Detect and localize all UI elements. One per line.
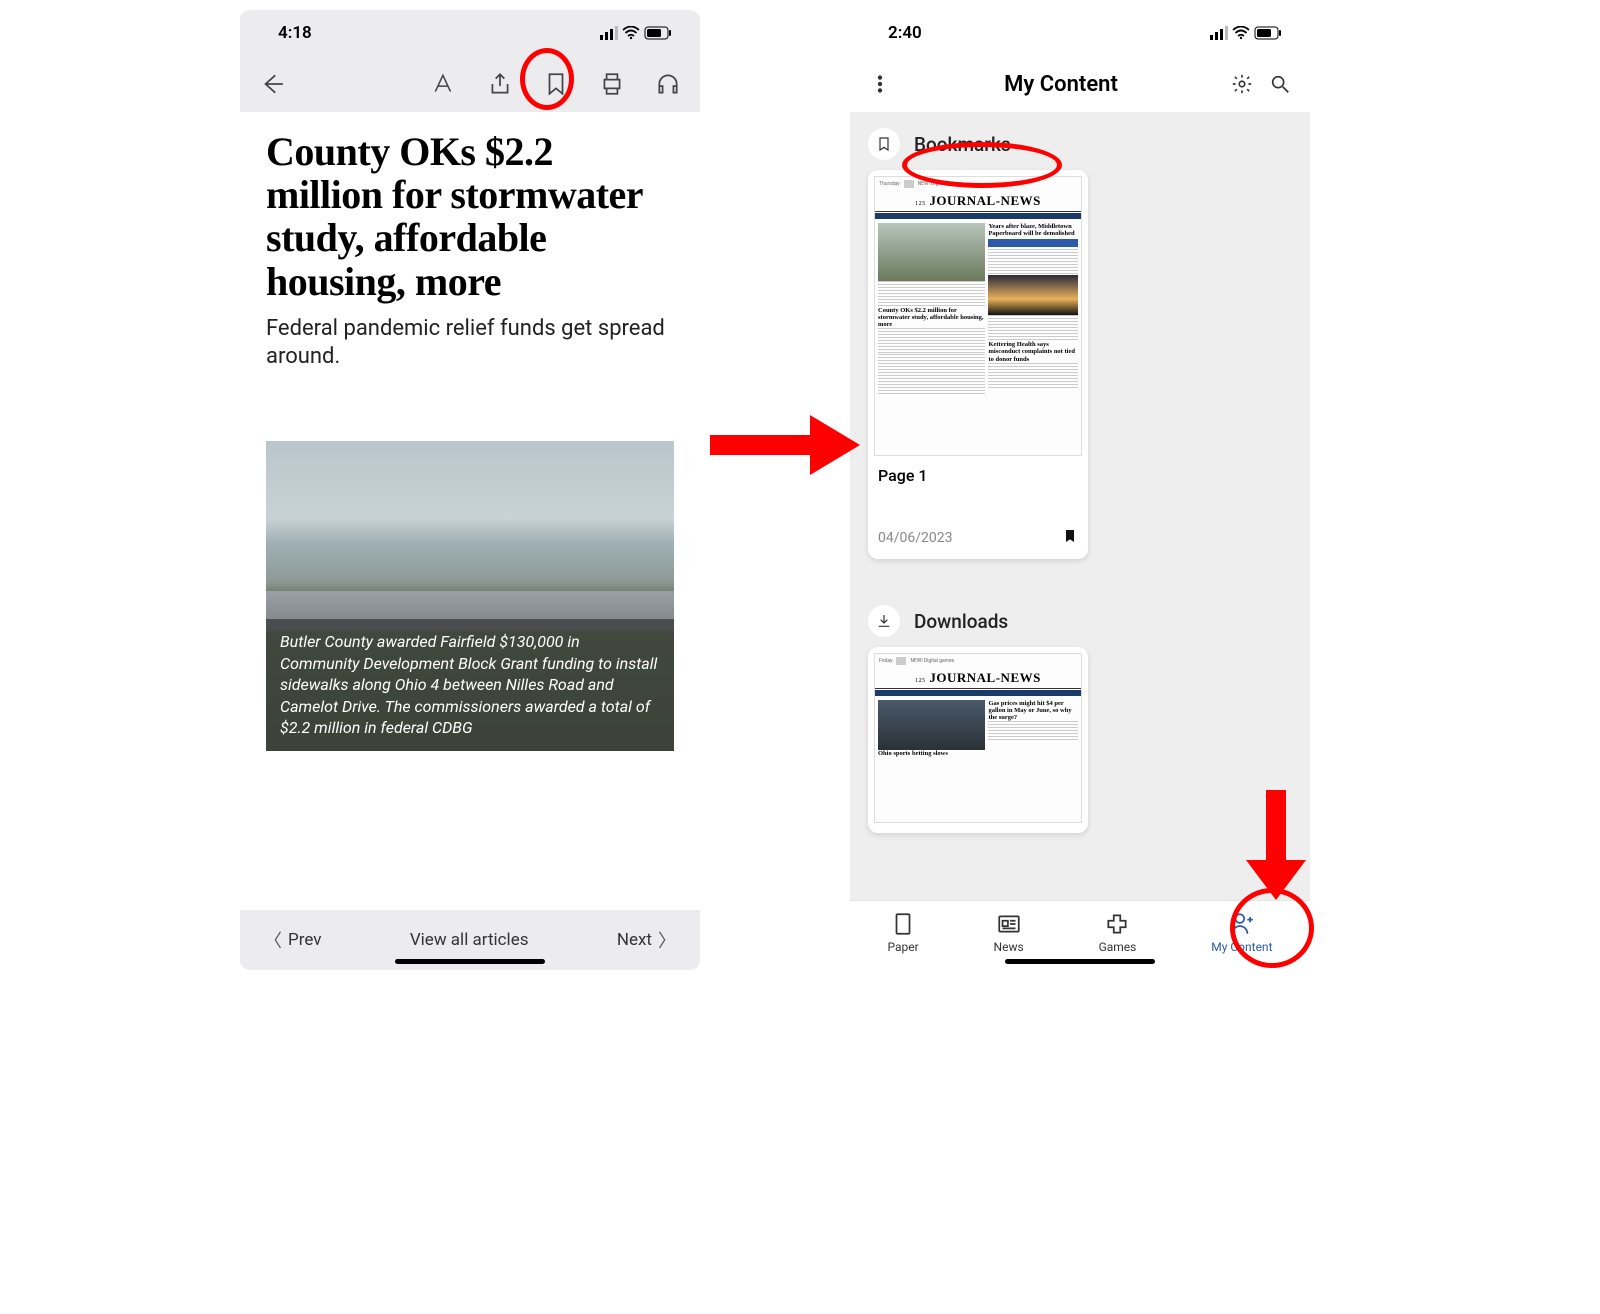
annotation-arrow-right <box>710 415 860 479</box>
wifi-icon <box>1232 26 1250 40</box>
next-button[interactable]: Next <box>617 930 652 950</box>
bookmark-icon[interactable] <box>542 70 570 98</box>
share-icon[interactable] <box>486 70 514 98</box>
bookmark-icon <box>868 128 900 160</box>
tab-paper[interactable]: Paper <box>887 911 918 954</box>
prev-button[interactable]: Prev <box>288 930 321 950</box>
downloads-label: Downloads <box>914 610 1008 633</box>
tab-games[interactable]: Games <box>1099 911 1137 954</box>
print-icon[interactable] <box>598 70 626 98</box>
view-all-button[interactable]: View all articles <box>321 930 616 950</box>
status-icons <box>600 26 672 40</box>
photo-caption: Butler County awarded Fairfield $130,000… <box>266 619 674 751</box>
cellular-icon <box>1210 26 1228 40</box>
status-time: 2:40 <box>888 23 1210 43</box>
downloads-section-header[interactable]: Downloads <box>850 589 1310 647</box>
battery-icon <box>1254 26 1282 40</box>
chevron-right-icon[interactable]: 〉 <box>652 927 682 953</box>
my-content-header: My Content <box>850 56 1310 112</box>
bookmark-thumbnail: ThursdayNEW! Digital games 125 JOURNAL-N… <box>874 176 1082 456</box>
tab-games-label: Games <box>1099 940 1137 954</box>
tab-news-label: News <box>994 940 1024 954</box>
my-content-screen: 2:40 My Content <box>850 10 1310 970</box>
article-photo: Butler County awarded Fairfield $130,000… <box>266 441 674 751</box>
article-subhead: Federal pandemic relief funds get spread… <box>266 315 674 371</box>
bookmarks-section-header[interactable]: Bookmarks <box>850 112 1310 170</box>
status-icons <box>1210 26 1282 40</box>
article-reader-screen: 4:18 <box>240 10 700 970</box>
bookmark-date: 04/06/2023 <box>878 530 953 546</box>
tab-paper-label: Paper <box>887 940 918 954</box>
listen-icon[interactable] <box>654 70 682 98</box>
tab-my-content-label: My Content <box>1211 940 1272 954</box>
my-content-body: Bookmarks ThursdayNEW! Digital games 125… <box>850 112 1310 900</box>
battery-icon <box>644 26 672 40</box>
page-title: My Content <box>892 72 1230 97</box>
text-size-icon[interactable] <box>430 70 458 98</box>
wifi-icon <box>622 26 640 40</box>
tab-news[interactable]: News <box>994 911 1024 954</box>
home-indicator[interactable] <box>1005 959 1155 964</box>
cellular-icon <box>600 26 618 40</box>
chevron-left-icon[interactable]: 〈 <box>258 927 288 953</box>
status-bar: 2:40 <box>850 10 1310 56</box>
menu-icon[interactable] <box>868 72 892 96</box>
search-icon[interactable] <box>1268 72 1292 96</box>
article-toolbar <box>240 56 700 112</box>
status-time: 4:18 <box>278 23 600 43</box>
bookmark-page-label: Page 1 <box>878 466 1078 485</box>
download-card[interactable]: FridayNEW! Digital games 125 JOURNAL-NEW… <box>868 647 1088 833</box>
tab-my-content[interactable]: My Content <box>1211 911 1272 954</box>
article-headline: County OKs $2.2 million for stormwater s… <box>266 130 674 303</box>
status-bar: 4:18 <box>240 10 700 56</box>
bookmark-filled-icon[interactable] <box>1062 527 1078 549</box>
bookmarks-label: Bookmarks <box>914 133 1011 156</box>
download-icon <box>868 605 900 637</box>
download-thumbnail: FridayNEW! Digital games 125 JOURNAL-NEW… <box>874 653 1082 823</box>
settings-icon[interactable] <box>1230 72 1254 96</box>
bookmark-card[interactable]: ThursdayNEW! Digital games 125 JOURNAL-N… <box>868 170 1088 559</box>
article-body: County OKs $2.2 million for stormwater s… <box>240 112 700 910</box>
home-indicator[interactable] <box>395 959 545 964</box>
back-icon[interactable] <box>258 70 286 98</box>
